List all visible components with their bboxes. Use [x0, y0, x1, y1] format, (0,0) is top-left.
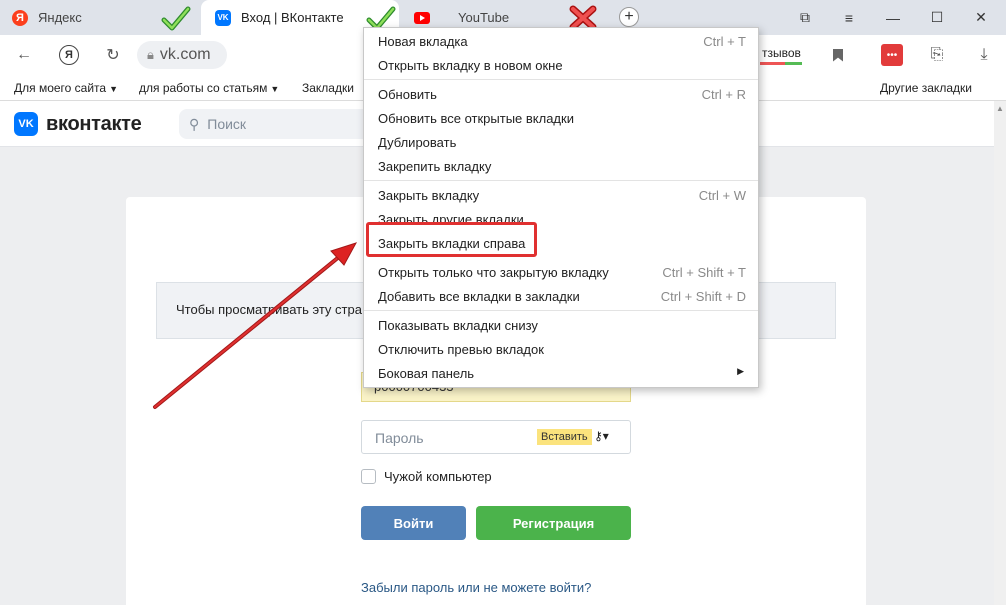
- address-text: vk.com: [159, 46, 211, 63]
- search-placeholder: Поиск: [207, 116, 247, 132]
- close-window-icon[interactable]: ✕: [964, 0, 998, 35]
- menu-item-duplicate[interactable]: Дублировать: [364, 130, 758, 154]
- register-button[interactable]: Регистрация: [476, 506, 631, 540]
- bookmark-label: Для моего сайта: [14, 81, 107, 95]
- bookmark-icon[interactable]: [826, 43, 850, 67]
- bookmark-label: для работы со статьям: [139, 81, 268, 95]
- search-icon: ⚲: [189, 115, 200, 132]
- back-icon[interactable]: ←: [12, 43, 36, 67]
- extension-icon[interactable]: •••: [881, 44, 903, 66]
- key-icon[interactable]: ⚷▾: [594, 429, 609, 443]
- clipboard-icon[interactable]: ⎘: [925, 43, 949, 67]
- reviews-label[interactable]: тзывов: [762, 46, 801, 60]
- menu-item-pin-tab[interactable]: Закрепить вкладку: [364, 154, 758, 178]
- menu-separator: [364, 79, 758, 80]
- paste-button[interactable]: Вставить: [537, 429, 592, 445]
- tab-label: Яндекс: [38, 10, 82, 25]
- bookmark-folder[interactable]: Для моего сайта ▼: [14, 81, 118, 95]
- bookmark-folder[interactable]: для работы со статьям ▼: [139, 81, 279, 95]
- minimize-icon[interactable]: —: [876, 0, 910, 35]
- reload-icon[interactable]: ↻: [101, 43, 125, 67]
- reviews-rating-bar: [760, 62, 802, 65]
- menu-item-reload[interactable]: Обновить Ctrl + R: [364, 82, 758, 106]
- checkbox-label: Чужой компьютер: [384, 469, 492, 484]
- scroll-up-icon[interactable]: ▲: [996, 104, 1004, 113]
- tab-label: YouTube: [458, 10, 510, 25]
- caret-down-icon: ▼: [109, 84, 119, 94]
- caret-down-icon: ▼: [270, 84, 280, 94]
- yandex-button-icon[interactable]: Я: [57, 43, 81, 67]
- vk-logo-text: вконтакте: [46, 112, 142, 135]
- menu-icon[interactable]: ≡: [832, 0, 866, 35]
- new-tab-button[interactable]: +: [619, 7, 639, 27]
- tab-label: Вход | ВКонтакте: [241, 10, 344, 25]
- menu-item-open-in-new-window[interactable]: Открыть вкладку в новом окне: [364, 53, 758, 77]
- foreign-computer-checkbox[interactable]: Чужой компьютер: [361, 469, 492, 484]
- vk-logo[interactable]: VK вконтакте: [14, 112, 142, 136]
- youtube-icon: [414, 10, 430, 26]
- download-icon[interactable]: ⤓: [972, 43, 996, 67]
- bookmarks-panel-icon[interactable]: ⧉: [788, 0, 822, 35]
- bookmark-folder[interactable]: Закладки: [302, 81, 354, 95]
- submenu-arrow-icon: ▶: [737, 366, 744, 376]
- address-bar[interactable]: 🔒︎ vk.com: [137, 41, 227, 69]
- other-bookmarks[interactable]: Другие закладки: [880, 81, 972, 95]
- menu-item-new-tab[interactable]: Новая вкладка Ctrl + T: [364, 29, 758, 53]
- yandex-icon: Я: [12, 9, 28, 26]
- vk-search-input[interactable]: ⚲ Поиск: [179, 109, 379, 139]
- menu-separator: [364, 310, 758, 311]
- menu-item-bookmark-all-tabs[interactable]: Добавить все вкладки в закладки Ctrl + Sh…: [364, 284, 758, 308]
- menu-item-reload-all[interactable]: Обновить все открытые вкладки: [364, 106, 758, 130]
- vk-logo-icon: VK: [14, 112, 38, 136]
- bookmark-label: Другие закладки: [880, 81, 972, 95]
- forgot-password-link[interactable]: Забыли пароль или не можете войти?: [361, 580, 591, 595]
- menu-separator: [364, 180, 758, 181]
- menu-item-close-tab[interactable]: Закрыть вкладку Ctrl + W: [364, 183, 758, 207]
- menu-item-close-tabs-right-label: Закрыть вкладки справа: [378, 236, 526, 251]
- menu-item-reopen-closed-tab[interactable]: Открыть только что закрытую вкладку Ctrl …: [364, 260, 758, 284]
- bookmark-label: Закладки: [302, 81, 354, 95]
- menu-item-disable-tab-preview[interactable]: Отключить превью вкладок: [364, 337, 758, 361]
- password-placeholder: Пароль: [375, 430, 424, 446]
- menu-item-side-panel[interactable]: Боковая панель ▶: [364, 361, 758, 385]
- menu-item-tabs-at-bottom[interactable]: Показывать вкладки снизу: [364, 313, 758, 337]
- login-button[interactable]: Войти: [361, 506, 466, 540]
- tab-context-menu: Новая вкладка Ctrl + T Открыть вкладку в …: [363, 27, 759, 388]
- vk-icon: VK: [215, 9, 231, 26]
- green-check-icon: [161, 6, 191, 31]
- maximize-icon[interactable]: ☐: [920, 0, 954, 35]
- scrollbar[interactable]: [994, 101, 1006, 605]
- lock-icon: 🔒︎: [147, 47, 154, 62]
- checkbox-box[interactable]: [361, 469, 376, 484]
- notice-text: Чтобы просматривать эту стра: [176, 302, 362, 317]
- password-input[interactable]: Пароль Вставить ⚷▾: [361, 420, 631, 454]
